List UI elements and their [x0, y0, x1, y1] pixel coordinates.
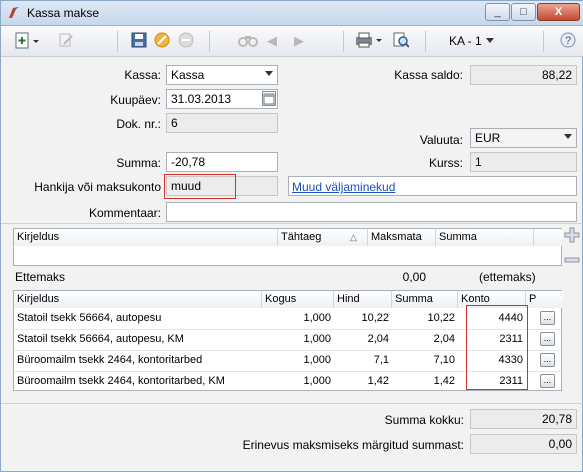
kassa-makse-window: Kassa makse _ □ X ◀ ▶ KA - 1 ? Kassa: Ka…	[0, 0, 583, 472]
erinevus-field: 0,00	[470, 434, 577, 454]
col-p[interactable]: P	[526, 291, 563, 308]
kurss-label: Kurss:	[428, 156, 463, 170]
row-lookup-button[interactable]: ...	[540, 332, 555, 346]
add-row-icon[interactable]	[564, 227, 580, 248]
window-title: Kassa makse	[27, 6, 100, 20]
summa-kokku-field: 20,78	[470, 409, 577, 429]
cell-kogus[interactable]: 1,000	[262, 371, 334, 391]
invoice-grid: Kirjeldus Tähtaeg △ Maksmata Summa	[13, 228, 563, 266]
cell-hind[interactable]: 7,1	[334, 350, 392, 370]
kassa-saldo-label: Kassa saldo:	[394, 68, 463, 82]
cell-kirjeldus[interactable]: Büroomailm tsekk 2464, kontoritarbed	[14, 350, 262, 370]
summa-label: Summa:	[116, 156, 161, 170]
summa-field[interactable]: -20,78	[166, 152, 278, 172]
kassa-value: Kassa	[171, 68, 205, 82]
svg-text:?: ?	[565, 35, 571, 47]
print-icon[interactable]	[353, 32, 385, 51]
erinevus-label: Erinevus maksmiseks märgitud summast:	[242, 438, 464, 452]
app-icon	[9, 7, 19, 18]
cell-summa[interactable]: 2,04	[392, 329, 458, 349]
toolbar: ◀ ▶ KA - 1 ?	[1, 26, 583, 57]
cell-summa[interactable]: 10,22	[392, 308, 458, 328]
row-lookup-button[interactable]: ...	[540, 311, 555, 325]
kurss-field: 1	[470, 152, 577, 172]
cell-hind[interactable]: 1,42	[334, 371, 392, 391]
delete-icon[interactable]	[176, 32, 196, 51]
cell-kogus[interactable]: 1,000	[262, 350, 334, 370]
remove-row-icon[interactable]	[564, 251, 580, 269]
col-tahtaeg[interactable]: Tähtaeg △	[278, 229, 368, 246]
hankija-label: Hankija või maksukonto	[34, 180, 161, 194]
col-hind[interactable]: Hind	[334, 291, 392, 308]
cell-hind[interactable]: 10,22	[334, 308, 392, 328]
col-summa[interactable]: Summa	[392, 291, 458, 308]
col-summa[interactable]: Summa	[436, 229, 534, 246]
valuuta-label: Valuuta:	[419, 133, 463, 147]
cell-kogus[interactable]: 1,000	[262, 308, 334, 328]
kuupaev-value: 31.03.2013	[171, 92, 232, 106]
dok-nr-field: 6	[166, 113, 278, 133]
section-divider	[1, 223, 583, 224]
ettemaks-suffix: (ettemaks)	[479, 270, 536, 284]
title-bar: Kassa makse _ □ X	[1, 1, 583, 26]
section-divider	[1, 403, 583, 404]
help-icon[interactable]: ?	[559, 32, 577, 51]
edit-icon[interactable]	[56, 32, 76, 51]
kassa-select[interactable]: Kassa	[166, 65, 278, 85]
ettemaks-label: Ettemaks	[15, 270, 66, 284]
kuupaev-label: Kuupäev:	[110, 93, 161, 107]
sort-icon: △	[350, 232, 357, 242]
highlight-box	[164, 174, 236, 199]
row-lookup-button[interactable]: ...	[540, 353, 555, 367]
new-document-icon[interactable]	[13, 32, 41, 51]
col-kirjeldus[interactable]: Kirjeldus	[14, 291, 262, 308]
col-kirjeldus[interactable]: Kirjeldus	[14, 229, 278, 246]
toolbar-separator	[209, 31, 210, 52]
kassa-label: Kassa:	[124, 68, 161, 82]
konto-highlight-box	[466, 305, 528, 390]
kommentaar-field[interactable]	[166, 202, 577, 222]
col-kogus[interactable]: Kogus	[262, 291, 334, 308]
toolbar-separator	[117, 31, 118, 52]
save-icon[interactable]	[129, 32, 149, 51]
cell-hind[interactable]: 2,04	[334, 329, 392, 349]
next-icon[interactable]: ▶	[292, 32, 306, 51]
kommentaar-label: Kommentaar:	[88, 206, 161, 220]
kassa-saldo-field: 88,22	[470, 65, 577, 85]
chevron-down-icon	[564, 134, 572, 139]
calendar-icon[interactable]	[262, 91, 276, 106]
toolbar-separator	[425, 31, 426, 52]
summa-kokku-label: Summa kokku:	[384, 413, 464, 427]
col-empty	[534, 229, 563, 246]
cell-kirjeldus[interactable]: Statoil tsekk 56664, autopesu	[14, 308, 262, 328]
cell-summa[interactable]: 7,10	[392, 350, 458, 370]
cell-kirjeldus[interactable]: Büroomailm tsekk 2464, kontoritarbed, KM	[14, 371, 262, 391]
cell-kogus[interactable]: 1,000	[262, 329, 334, 349]
print-preview-icon[interactable]	[391, 32, 411, 51]
valuuta-select[interactable]: EUR	[470, 128, 577, 148]
col-tahtaeg-label: Tähtaeg	[281, 231, 322, 243]
document-selector[interactable]: KA - 1	[449, 34, 482, 48]
toolbar-separator	[343, 31, 344, 52]
cancel-icon[interactable]	[152, 32, 172, 51]
close-button[interactable]: X	[537, 3, 580, 21]
minimize-button[interactable]: _	[485, 3, 510, 21]
chevron-down-icon[interactable]	[486, 38, 494, 44]
dok-nr-label: Dok. nr.:	[116, 117, 161, 131]
row-lookup-button[interactable]: ...	[540, 374, 555, 388]
previous-icon[interactable]: ◀	[265, 32, 279, 51]
cell-kirjeldus[interactable]: Statoil tsekk 56664, autopesu, KM	[14, 329, 262, 349]
cell-summa[interactable]: 1,42	[392, 371, 458, 391]
chevron-down-icon	[265, 71, 273, 76]
find-icon[interactable]	[237, 32, 259, 51]
valuuta-value: EUR	[475, 131, 501, 145]
toolbar-separator	[543, 31, 544, 52]
muud-valjaminekud-link[interactable]: Muud väljaminekud	[292, 180, 395, 194]
ettemaks-value: 0,00	[402, 270, 426, 284]
muud-link-box: Muud väljaminekud	[288, 176, 577, 196]
col-maksmata[interactable]: Maksmata	[368, 229, 436, 246]
maximize-button[interactable]: □	[511, 3, 536, 21]
